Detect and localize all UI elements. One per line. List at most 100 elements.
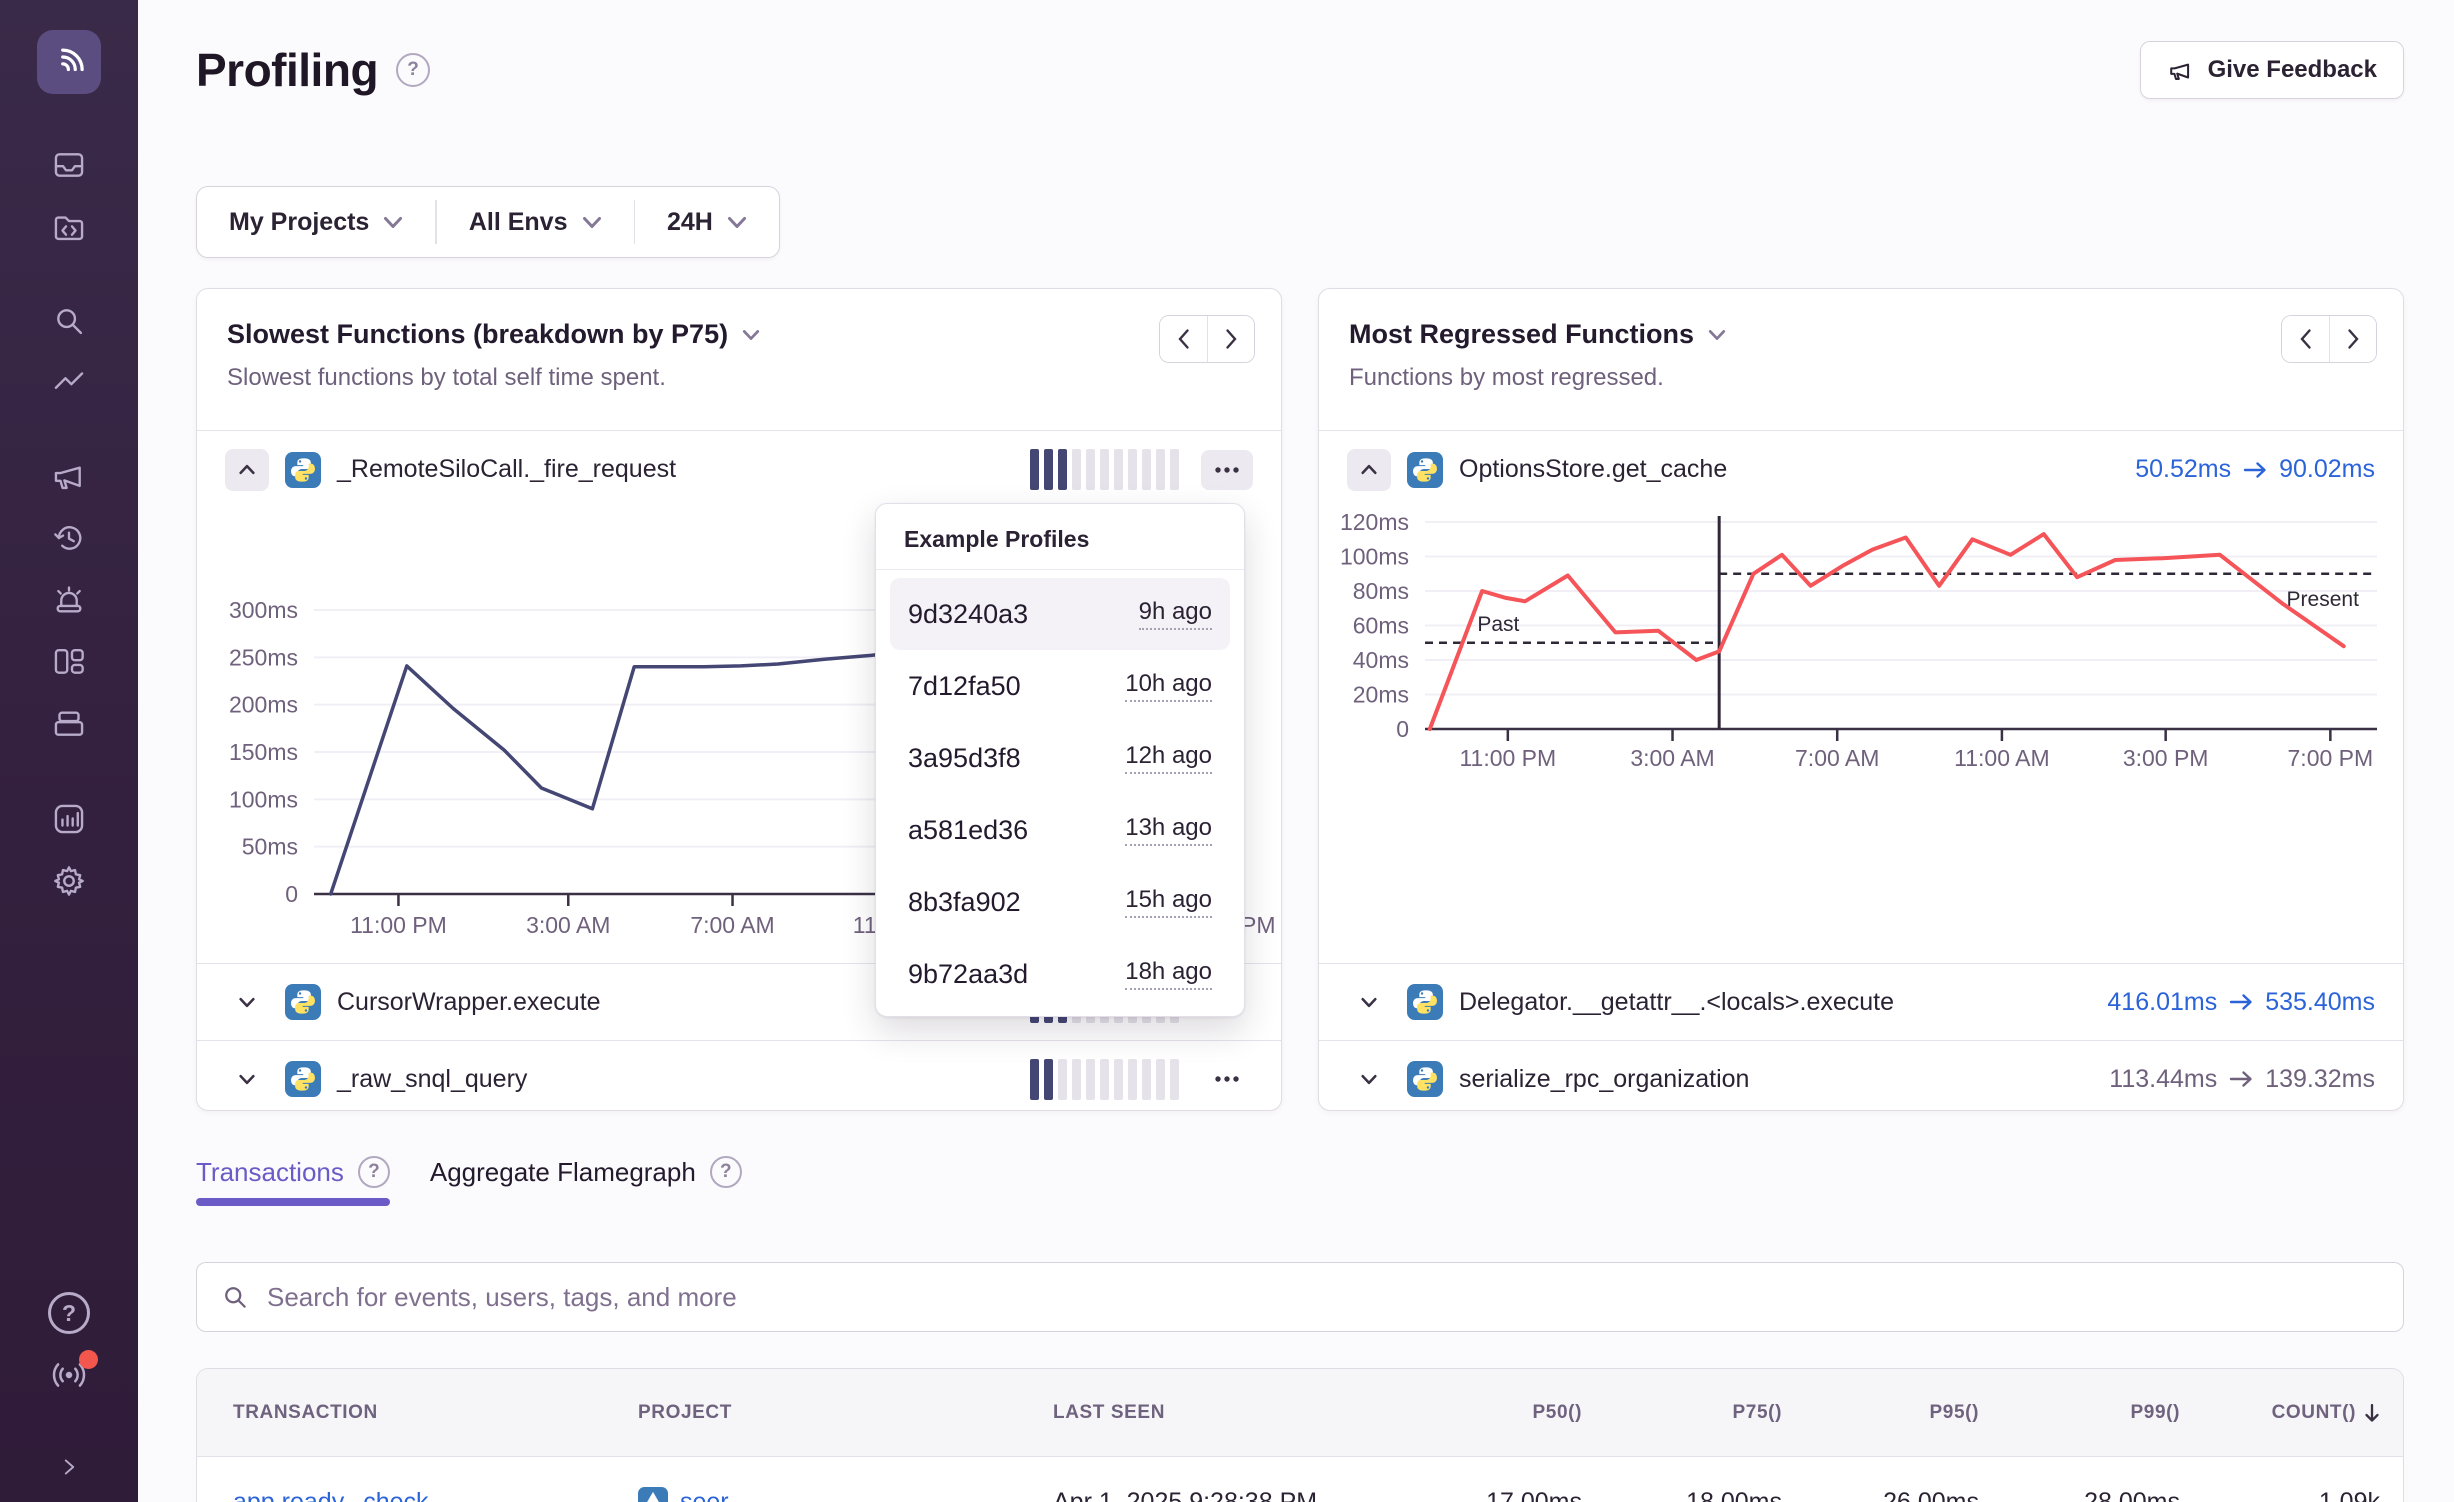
regression-delta[interactable]: 416.01ms 535.40ms xyxy=(2107,988,2375,1017)
sidebar-item-issues[interactable] xyxy=(0,134,138,196)
profile-age[interactable]: 18h ago xyxy=(1125,958,1212,990)
column-header-p99[interactable]: P99() xyxy=(2004,1369,2205,1456)
most-regressed-title-dropdown[interactable]: Most Regressed Functions xyxy=(1349,319,1726,350)
function-name: _raw_snql_query xyxy=(337,1065,527,1094)
profile-age[interactable]: 10h ago xyxy=(1125,670,1212,702)
row-actions-button[interactable] xyxy=(1201,450,1253,490)
sidebar-item-explore[interactable] xyxy=(0,290,138,352)
column-header-p75[interactable]: P75() xyxy=(1607,1369,1807,1456)
project-link[interactable]: seer xyxy=(680,1488,729,1502)
function-row: _raw_snql_query xyxy=(197,1040,1281,1117)
environment-filter-label: All Envs xyxy=(469,208,568,237)
chevron-down-icon xyxy=(238,1074,256,1085)
most-regressed-panel: Most Regressed Functions Functions by mo… xyxy=(1318,288,2404,1111)
panel-subtitle: Slowest functions by total self time spe… xyxy=(227,364,1251,392)
transaction-link[interactable]: app.ready._check xyxy=(233,1488,429,1502)
svg-text:7:00 AM: 7:00 AM xyxy=(1795,745,1879,771)
profile-id-link[interactable]: 8b3fa902 xyxy=(908,887,1021,918)
expand-row-button[interactable] xyxy=(1347,1058,1391,1100)
previous-page-button[interactable] xyxy=(2282,316,2329,362)
sidebar-item-help[interactable]: ? xyxy=(0,1282,138,1344)
regressed-function-chart: 020ms40ms60ms80ms100ms120ms11:00 PM3:00 … xyxy=(1319,508,2402,963)
regression-delta[interactable]: 50.52ms 90.02ms xyxy=(2135,455,2375,484)
profile-item[interactable]: 3a95d3f8 12h ago xyxy=(890,722,1230,794)
column-header-transaction[interactable]: TRANSACTION xyxy=(197,1369,602,1456)
after-value: 139.32ms xyxy=(2265,1065,2375,1094)
profile-item[interactable]: a581ed36 13h ago xyxy=(890,794,1230,866)
expand-row-button[interactable] xyxy=(225,1058,269,1100)
profile-item[interactable]: 8b3fa902 15h ago xyxy=(890,866,1230,938)
sidebar-item-stats[interactable] xyxy=(0,788,138,850)
sidebar-item-feedback[interactable] xyxy=(0,445,138,507)
sidebar-item-traces[interactable] xyxy=(0,352,138,414)
previous-page-button[interactable] xyxy=(1160,316,1207,362)
active-tab-indicator xyxy=(196,1198,390,1206)
chevron-up-icon xyxy=(1360,464,1378,475)
flamegraph-help-icon[interactable]: ? xyxy=(710,1156,742,1188)
profile-id-link[interactable]: 3a95d3f8 xyxy=(908,743,1021,774)
sidebar-expand-button[interactable] xyxy=(0,1432,138,1502)
project-filter-label: My Projects xyxy=(229,208,369,237)
dashboard-grid-icon xyxy=(50,643,88,681)
svg-text:0: 0 xyxy=(285,881,298,907)
tab-transactions[interactable]: Transactions ? xyxy=(196,1152,390,1206)
column-header-project[interactable]: PROJECT xyxy=(602,1369,1017,1456)
project-filter-dropdown[interactable]: My Projects xyxy=(197,187,435,257)
search-bar xyxy=(196,1262,2404,1332)
transactions-help-icon[interactable]: ? xyxy=(358,1156,390,1188)
environment-filter-dropdown[interactable]: All Envs xyxy=(437,187,634,257)
sidebar-item-whats-new[interactable] xyxy=(0,1344,138,1406)
profile-id-link[interactable]: 7d12fa50 xyxy=(908,671,1021,702)
sidebar-item-settings[interactable] xyxy=(0,850,138,912)
tab-aggregate-flamegraph[interactable]: Aggregate Flamegraph ? xyxy=(430,1152,742,1206)
next-page-button[interactable] xyxy=(1207,316,1254,362)
row-actions-button[interactable] xyxy=(1201,1059,1253,1099)
collapse-row-button[interactable] xyxy=(225,449,269,491)
sidebar-item-replays[interactable] xyxy=(0,507,138,569)
dropdown-title: Example Profiles xyxy=(876,504,1244,570)
svg-text:200ms: 200ms xyxy=(229,692,298,718)
project-cell: seer xyxy=(602,1457,1017,1502)
profile-id-link[interactable]: a581ed36 xyxy=(908,815,1028,846)
expand-row-button[interactable] xyxy=(1347,981,1391,1023)
python-platform-icon xyxy=(285,984,321,1020)
give-feedback-label: Give Feedback xyxy=(2208,56,2377,84)
profile-item[interactable]: 9d3240a3 9h ago xyxy=(890,578,1230,650)
sidebar-item-releases[interactable] xyxy=(0,693,138,755)
profile-age[interactable]: 12h ago xyxy=(1125,742,1212,774)
column-header-last-seen[interactable]: LAST SEEN xyxy=(1017,1369,1407,1456)
slowest-functions-title-dropdown[interactable]: Slowest Functions (breakdown by P75) xyxy=(227,319,760,350)
sidebar-item-projects[interactable] xyxy=(0,196,138,258)
profile-age[interactable]: 13h ago xyxy=(1125,814,1212,846)
collapse-row-button[interactable] xyxy=(1347,449,1391,491)
give-feedback-button[interactable]: Give Feedback xyxy=(2140,41,2404,99)
expand-row-button[interactable] xyxy=(225,981,269,1023)
svg-text:3:00 PM: 3:00 PM xyxy=(2123,745,2209,771)
profiling-help-icon[interactable]: ? xyxy=(396,53,430,87)
arrow-right-icon xyxy=(2229,1070,2253,1088)
regression-delta[interactable]: 113.44ms 139.32ms xyxy=(2109,1065,2375,1094)
next-page-button[interactable] xyxy=(2329,316,2376,362)
sidebar-item-dashboards[interactable] xyxy=(0,631,138,693)
most-regressed-header: Most Regressed Functions Functions by mo… xyxy=(1319,289,2403,431)
sentry-logo[interactable] xyxy=(37,30,101,94)
last-seen-cell: Apr 1, 2025 9:28:38 PM xyxy=(1017,1457,1407,1502)
profile-item[interactable]: 7d12fa50 10h ago xyxy=(890,650,1230,722)
svg-text:Present: Present xyxy=(2287,588,2360,611)
svg-text:11:00 PM: 11:00 PM xyxy=(350,912,447,938)
column-header-p95[interactable]: P95() xyxy=(1807,1369,2004,1456)
example-profiles-dropdown: Example Profiles 9d3240a3 9h ago 7d12fa5… xyxy=(875,503,1245,1017)
profile-id-link[interactable]: 9b72aa3d xyxy=(908,959,1028,990)
profile-age[interactable]: 9h ago xyxy=(1139,598,1212,630)
chevron-down-icon xyxy=(727,216,747,229)
profile-id-link[interactable]: 9d3240a3 xyxy=(908,599,1028,630)
search-input[interactable] xyxy=(267,1282,2379,1313)
date-range-dropdown[interactable]: 24H xyxy=(635,187,779,257)
sidebar-item-alerts[interactable] xyxy=(0,569,138,631)
column-header-count[interactable]: COUNT() xyxy=(2205,1369,2404,1456)
profile-item[interactable]: 9b72aa3d 18h ago xyxy=(890,938,1230,1010)
count-cell: 1.09k xyxy=(2205,1457,2404,1502)
table-row[interactable]: app.ready._check seer Apr 1, 2025 9:28:3… xyxy=(197,1457,2403,1502)
column-header-p50[interactable]: P50() xyxy=(1407,1369,1607,1456)
profile-age[interactable]: 15h ago xyxy=(1125,886,1212,918)
